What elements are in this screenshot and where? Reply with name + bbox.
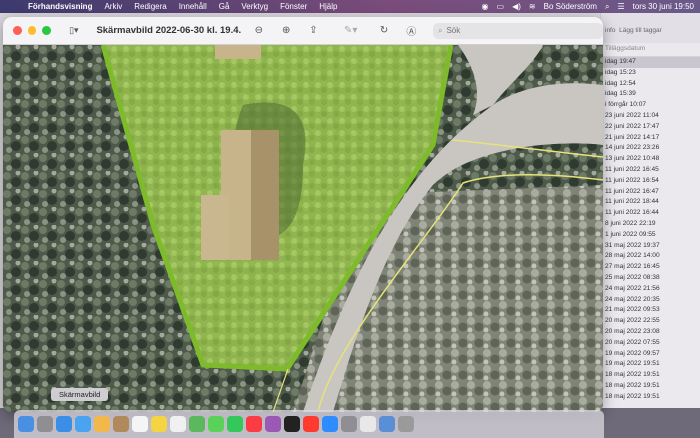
zoom-button[interactable]	[42, 26, 52, 35]
finder-list-item[interactable]: 14 juni 2022 23:26	[601, 143, 700, 154]
finder-list-item[interactable]: 8 juni 2022 22:19	[601, 219, 700, 230]
close-button[interactable]	[13, 26, 22, 35]
house-annex	[201, 195, 229, 260]
menu-app-name[interactable]: Förhandsvisning	[22, 2, 98, 11]
finder-list-item[interactable]: 21 maj 2022 09:53	[601, 305, 700, 316]
record-icon[interactable]: ◉	[482, 2, 489, 11]
preview-icon[interactable]	[379, 416, 395, 432]
clock[interactable]: tors 30 juni 19:50	[633, 2, 694, 11]
finder-icon[interactable]	[18, 416, 34, 432]
messages-icon[interactable]	[208, 416, 224, 432]
search-icon[interactable]: ⌕	[605, 2, 609, 12]
music-icon[interactable]	[246, 416, 262, 432]
finder-window: info Lägg till taggar Tilläggsdatum idag…	[600, 13, 700, 408]
launchpad-icon[interactable]	[37, 416, 53, 432]
shed-roof	[215, 45, 261, 59]
finder-list-item[interactable]: 11 juni 2022 16:54	[601, 176, 700, 187]
menu-redigera[interactable]: Redigera	[128, 2, 172, 11]
finder-info-label[interactable]: info	[605, 27, 615, 34]
finder-list-item[interactable]: 27 maj 2022 16:45	[601, 262, 700, 273]
finder-list-item[interactable]: i förrgår 10:07	[601, 100, 700, 111]
finder-list-item[interactable]: 18 maj 2022 19:51	[601, 370, 700, 381]
menu-verktyg[interactable]: Verktyg	[235, 2, 274, 11]
search-input[interactable]	[446, 26, 597, 35]
finder-list-item[interactable]: 11 juni 2022 18:44	[601, 197, 700, 208]
finder-list-item[interactable]: 13 juni 2022 10:48	[601, 154, 700, 165]
trash-icon[interactable]	[398, 416, 414, 432]
finder-list-item[interactable]: 20 maj 2022 22:55	[601, 316, 700, 327]
finder-list-item[interactable]: 20 maj 2022 07:55	[601, 338, 700, 349]
finder-list-item[interactable]: idag 15:23	[601, 68, 700, 79]
mail-icon[interactable]	[75, 416, 91, 432]
finder-list-item[interactable]: 18 maj 2022 19:51	[601, 381, 700, 392]
finder-tags-label[interactable]: Lägg till taggar	[619, 27, 662, 34]
menu-arkiv[interactable]: Arkiv	[98, 2, 128, 11]
finder-list-item[interactable]: 20 maj 2022 23:08	[601, 327, 700, 338]
house-roof-shade	[251, 130, 279, 260]
menu-hjalp[interactable]: Hjälp	[313, 2, 343, 11]
notes-icon[interactable]	[151, 416, 167, 432]
photos-icon[interactable]	[94, 416, 110, 432]
menu-innehall[interactable]: Innehåll	[173, 2, 213, 11]
finder-list-item[interactable]: 21 juni 2022 14:17	[601, 133, 700, 144]
finder-toolbar: info Lägg till taggar	[601, 13, 700, 43]
podcasts-icon[interactable]	[265, 416, 281, 432]
search-field[interactable]: ⌕	[432, 22, 603, 39]
zoom-in-icon[interactable]: ⊕	[276, 22, 295, 40]
sidebar-toggle-icon[interactable]: ▯▾	[69, 25, 86, 37]
finder-list-item[interactable]: 25 maj 2022 08:38	[601, 273, 700, 284]
news-icon[interactable]	[303, 416, 319, 432]
finder-list-item[interactable]: 18 maj 2022 19:51	[601, 392, 700, 403]
finder-list-item[interactable]: idag 19:47	[601, 57, 700, 68]
finder-list-item[interactable]: 1 juni 2022 09:55	[601, 230, 700, 241]
finder-list-item[interactable]: 11 juni 2022 16:44	[601, 208, 700, 219]
search-icon: ⌕	[437, 25, 443, 35]
maps-icon[interactable]	[189, 416, 205, 432]
finder-list-item[interactable]: idag 12:54	[601, 79, 700, 90]
finder-list-item[interactable]: 24 maj 2022 20:35	[601, 295, 700, 306]
calendar-icon[interactable]	[132, 416, 148, 432]
battery-icon[interactable]: ▭	[497, 2, 505, 11]
finder-list: idag 19:47 idag 15:23 idag 12:54 idag 15:39…	[601, 57, 700, 403]
contacts-icon[interactable]	[113, 416, 129, 432]
finder-list-item[interactable]: 24 maj 2022 21:56	[601, 284, 700, 295]
rotate-icon[interactable]: ↻	[374, 22, 393, 40]
facetime-icon[interactable]	[227, 416, 243, 432]
wifi-icon[interactable]: ≋	[529, 2, 536, 11]
finder-list-item[interactable]: 19 maj 2022 19:51	[601, 359, 700, 370]
finder-list-item[interactable]: 22 juni 2022 17:47	[601, 122, 700, 133]
minimize-button[interactable]	[27, 26, 37, 35]
app-store-icon[interactable]	[322, 416, 338, 432]
user-name[interactable]: Bo Söderström	[544, 2, 597, 11]
chrome-icon[interactable]	[360, 416, 376, 432]
safari-icon[interactable]	[56, 416, 72, 432]
aerial-map-image	[3, 45, 603, 412]
annotate-icon[interactable]: Ⓐ	[402, 22, 421, 40]
markup-pen-icon[interactable]: ✎▾	[341, 22, 360, 40]
finder-list-item[interactable]: 19 maj 2022 09:57	[601, 349, 700, 360]
menu-fonster[interactable]: Fönster	[274, 2, 313, 11]
window-toolbar: ▯▾ Skärmavbild 2022-06-30 kl. 19.4... ⊖ …	[3, 17, 603, 45]
finder-list-item[interactable]: 28 maj 2022 14:00	[601, 251, 700, 262]
dock	[14, 410, 604, 438]
menu-bar: Förhandsvisning Arkiv Redigera Innehåll …	[0, 0, 700, 13]
finder-list-item[interactable]: idag 15:39	[601, 89, 700, 100]
system-preferences-icon[interactable]	[341, 416, 357, 432]
tooltip: Skärmavbild	[51, 388, 109, 401]
zoom-out-icon[interactable]: ⊖	[249, 22, 268, 40]
finder-list-item[interactable]: 11 juni 2022 16:45	[601, 165, 700, 176]
volume-icon[interactable]: ◀)	[512, 2, 521, 11]
share-icon[interactable]: ⇪	[304, 22, 323, 40]
tv-icon[interactable]	[284, 416, 300, 432]
control-center-icon[interactable]: ☰	[617, 2, 624, 11]
column-header-date-added[interactable]: Tilläggsdatum	[601, 43, 700, 57]
menu-ga[interactable]: Gå	[213, 2, 236, 11]
reminders-icon[interactable]	[170, 416, 186, 432]
finder-list-item[interactable]: 31 maj 2022 19:37	[601, 241, 700, 252]
finder-list-item[interactable]: 11 juni 2022 16:47	[601, 187, 700, 198]
window-title[interactable]: Skärmavbild 2022-06-30 kl. 19.4...	[96, 25, 241, 36]
preview-window: ▯▾ Skärmavbild 2022-06-30 kl. 19.4... ⊖ …	[3, 17, 603, 412]
finder-list-item[interactable]: 23 juni 2022 11:04	[601, 111, 700, 122]
